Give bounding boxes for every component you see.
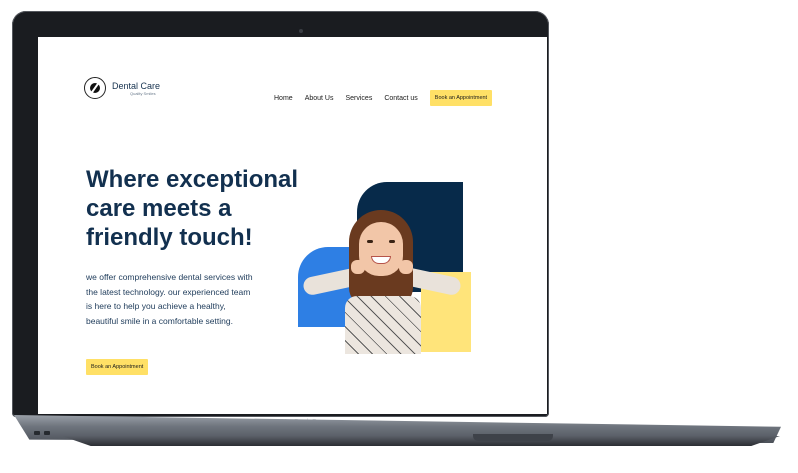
hero-description: we offer comprehensive dental services w… [86,272,253,326]
usb-port [44,431,50,435]
left-hand [351,260,365,274]
face [359,222,403,276]
smiling-woman-photo [301,210,463,354]
nav-home[interactable]: Home [274,95,293,102]
main-nav: Home About Us Services Contact us Book a… [274,90,493,106]
left-eye [367,240,373,243]
website-screen: Dental Care Quality Smiles Home About Us… [38,37,547,414]
hero-book-appointment-button[interactable]: Book an Appointment [86,359,149,375]
hero-image [271,182,479,354]
tooth-logo-icon [84,77,106,99]
site-logo[interactable]: Dental Care Quality Smiles [84,77,160,99]
laptop-lid: Dental Care Quality Smiles Home About Us… [12,11,549,426]
brand-name: Dental Care [112,80,161,91]
right-hand [399,260,413,274]
brand-tagline: Quality Smiles [130,90,156,96]
right-eye [389,240,395,243]
trackpad-notch [473,434,553,441]
camera [299,29,303,33]
patterned-blouse [345,296,421,354]
nav-about-us[interactable]: About Us [305,95,334,102]
laptop-base-front [62,436,780,446]
nav-book-appointment-button[interactable]: Book an Appointment [429,90,493,106]
nav-services[interactable]: Services [345,95,372,102]
nav-contact-us[interactable]: Contact us [384,95,417,102]
usb-port [34,431,40,435]
